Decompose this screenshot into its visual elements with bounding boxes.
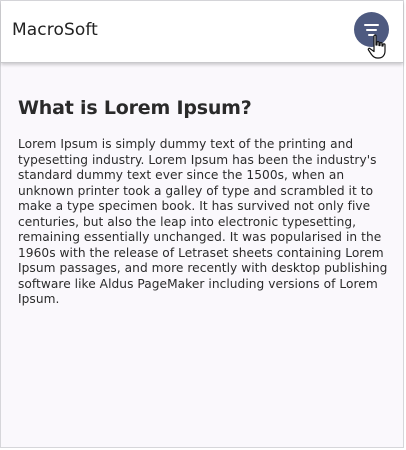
article-heading: What is Lorem Ipsum?	[18, 97, 252, 119]
brand-name[interactable]: MacroSoft	[12, 20, 98, 40]
hand-pointer-icon	[367, 34, 386, 59]
hamburger-menu-icon	[364, 24, 379, 26]
top-navbar: MacroSoft	[1, 1, 403, 63]
app-window: MacroSoft What is Lorem Ipsum? Lorem Ips…	[0, 0, 404, 448]
hamburger-menu-icon-line	[366, 29, 377, 31]
article-body: Lorem Ipsum is simply dummy text of the …	[18, 137, 388, 306]
article: What is Lorem Ipsum? Lorem Ipsum is simp…	[18, 97, 392, 308]
